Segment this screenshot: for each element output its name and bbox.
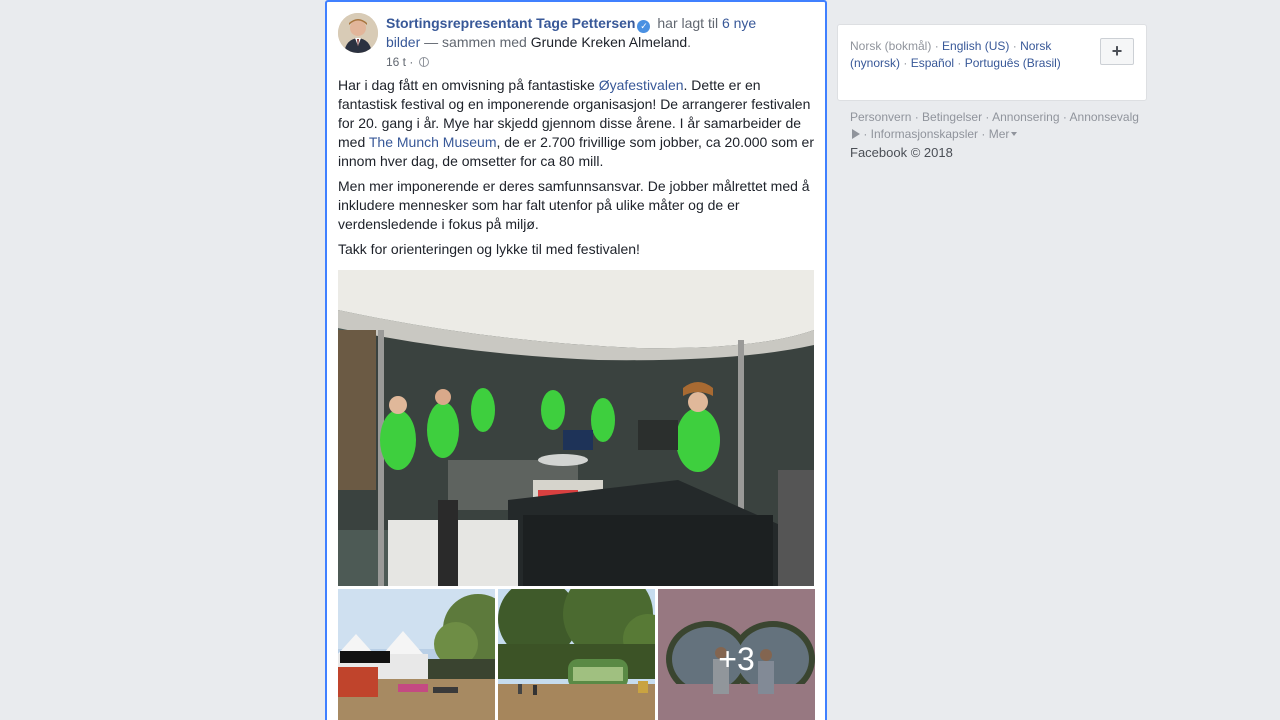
footer-links: Personvern · Betingelser · Annonsering ·… <box>850 110 1139 160</box>
oyafestivalen-link[interactable]: Øyafestivalen <box>599 77 684 93</box>
language-box: Norsk (bokmål) · English (US) · Norsk (n… <box>837 24 1147 101</box>
post-body: Har i dag fått en omvisning på fantastis… <box>338 76 816 265</box>
munch-museum-link[interactable]: The Munch Museum <box>369 134 497 150</box>
photo-thumb-1[interactable] <box>338 589 495 720</box>
more-photos-overlay[interactable]: +3 <box>658 589 815 720</box>
verified-badge-icon: ✓ <box>637 20 651 33</box>
language-list: Norsk (bokmål) · English (US) · Norsk (n… <box>850 39 1061 70</box>
chevron-down-icon[interactable] <box>1011 132 1018 136</box>
language-espanol[interactable]: Español <box>911 56 954 70</box>
with-text: — sammen med <box>424 34 527 50</box>
post-paragraph-1: Har i dag fått en omvisning på fantastis… <box>338 76 816 171</box>
add-language-button[interactable]: + <box>1100 38 1134 65</box>
photo-thumb-3[interactable]: +3 <box>658 589 815 720</box>
action-text: har lagt til <box>657 15 719 31</box>
post-meta: 16 t · <box>386 55 429 69</box>
paragraph-text: Har i dag fått en omvisning på fantastis… <box>338 77 599 93</box>
post-header: Stortingsrepresentant Tage Pettersen ✓ ha… <box>386 14 776 52</box>
current-language: Norsk (bokmål) <box>850 39 932 53</box>
adchoices-icon <box>852 129 860 139</box>
footer-link-betingelser[interactable]: Betingelser <box>922 110 982 124</box>
footer-link-mer[interactable]: Mer <box>989 127 1010 141</box>
globe-icon[interactable] <box>418 57 429 67</box>
footer-link-annonsering[interactable]: Annonsering <box>992 110 1059 124</box>
author-name-link[interactable]: Stortingsrepresentant Tage Pettersen <box>386 15 635 31</box>
copyright: Facebook © 2018 <box>850 145 953 160</box>
main-photo[interactable] <box>338 270 814 586</box>
footer-link-annonsevalg[interactable]: Annonsevalg <box>1070 110 1139 124</box>
photo-thumb-2[interactable] <box>498 589 655 720</box>
footer-link-personvern[interactable]: Personvern <box>850 110 911 124</box>
language-english-us[interactable]: English (US) <box>942 39 1009 53</box>
post-timestamp[interactable]: 16 t <box>386 55 406 69</box>
header-period: . <box>687 34 692 50</box>
post-paragraph-2: Men mer imponerende er deres samfunnsans… <box>338 178 810 232</box>
post-paragraph-3: Takk for orienteringen og lykke til med … <box>338 241 640 257</box>
footer-link-informasjonskapsler[interactable]: Informasjonskapsler <box>871 127 978 141</box>
author-avatar[interactable] <box>338 13 378 53</box>
language-portugues-brasil[interactable]: Português (Brasil) <box>965 56 1061 70</box>
tagged-person-link[interactable]: Grunde Kreken Almeland <box>531 34 687 50</box>
post-card: Stortingsrepresentant Tage Pettersen ✓ ha… <box>325 0 827 720</box>
